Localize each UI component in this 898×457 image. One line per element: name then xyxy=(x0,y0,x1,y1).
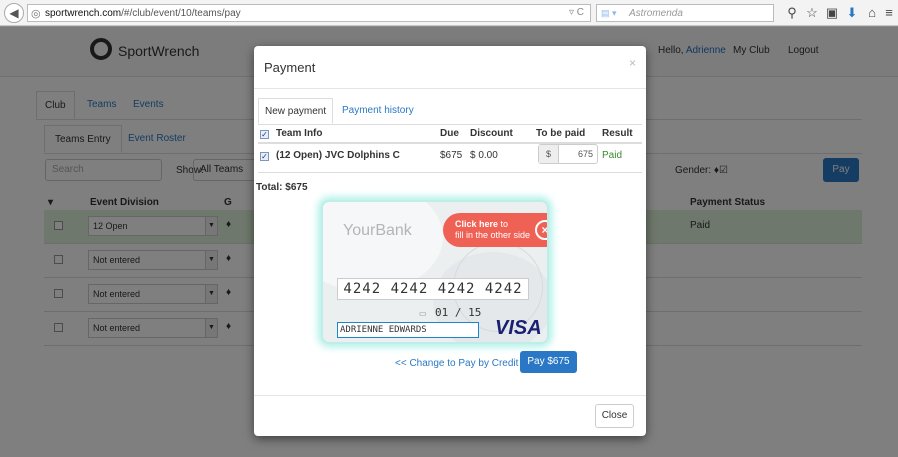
to-be-paid-input[interactable]: $ 675 xyxy=(538,144,598,164)
search-placeholder: Astromenda xyxy=(629,8,683,19)
back-arrow-icon[interactable]: ◀ xyxy=(4,3,24,23)
click-here-text: Click here xyxy=(455,219,499,229)
modal-tabs-divider xyxy=(258,124,642,125)
globe-icon: ◎ xyxy=(31,8,41,20)
browser-toolbar: ◀ ◎ sportwrench.com/#/club/event/10/team… xyxy=(0,0,898,26)
change-payment-method-link[interactable]: << Change to Pay by Credit xyxy=(395,358,518,369)
payment-modal: Payment × New payment Payment history ✓ … xyxy=(254,46,646,436)
close-circle-icon[interactable]: × xyxy=(535,220,547,240)
team-name: (12 Open) JVC Dolphins C xyxy=(276,150,400,161)
tab-payment-history[interactable]: Payment history xyxy=(342,98,414,124)
flip-card-badge[interactable]: Click here to fill in the other side × xyxy=(443,213,547,247)
result-value: Paid xyxy=(602,150,623,161)
url-text: sportwrench.com/#/club/event/10/teams/pa… xyxy=(45,8,241,19)
tab-new-payment[interactable]: New payment xyxy=(258,98,334,124)
pay-button[interactable]: Pay $675 xyxy=(520,351,577,373)
total-amount: Total: $675 xyxy=(256,182,308,193)
modal-header-divider xyxy=(254,88,646,89)
menu-icon[interactable]: ≡ xyxy=(880,4,898,22)
star-icon[interactable]: ☆ xyxy=(803,4,821,22)
currency-addon: $ xyxy=(539,145,559,163)
card-chip-icon: ▭ xyxy=(419,309,427,318)
search-engine-icon[interactable]: ▤ ▾ xyxy=(601,8,617,19)
expiry-field[interactable]: 01 / 15 xyxy=(435,306,481,319)
row-checkbox[interactable]: ✓ xyxy=(260,152,269,161)
bank-name: YourBank xyxy=(343,222,412,239)
to-be-paid-value: 675 xyxy=(577,149,593,159)
magnifier-icon[interactable]: ⚲ xyxy=(783,4,801,22)
visa-logo: VISA xyxy=(495,317,542,339)
credit-card-form: YourBank Click here to fill in the other… xyxy=(321,200,549,344)
clipboard-icon[interactable]: ▣ xyxy=(823,4,841,22)
download-icon[interactable]: ⬇ xyxy=(843,4,861,22)
select-all-checkbox[interactable]: ✓ xyxy=(260,130,269,139)
modal-title: Payment xyxy=(264,60,316,75)
home-icon[interactable]: ⌂ xyxy=(863,4,881,22)
card-number-field[interactable]: 4242 4242 4242 4242 xyxy=(337,278,529,300)
fill-other-side-text: fill in the other side xyxy=(455,230,531,240)
due-value: $675 xyxy=(440,150,463,161)
close-icon[interactable]: × xyxy=(629,56,636,70)
cardholder-name-field[interactable]: ADRIENNE EDWARDS xyxy=(337,322,479,338)
discount-value: $ 0.00 xyxy=(470,150,498,161)
close-button[interactable]: Close xyxy=(595,404,634,428)
reload-icon[interactable]: ▿ C xyxy=(569,7,584,18)
to-text: to xyxy=(500,219,509,229)
address-bar[interactable]: ◎ sportwrench.com/#/club/event/10/teams/… xyxy=(27,4,591,22)
row-divider xyxy=(258,172,642,173)
modal-footer-divider xyxy=(254,395,646,396)
search-bar[interactable]: ▤ ▾ Astromenda xyxy=(596,4,774,22)
